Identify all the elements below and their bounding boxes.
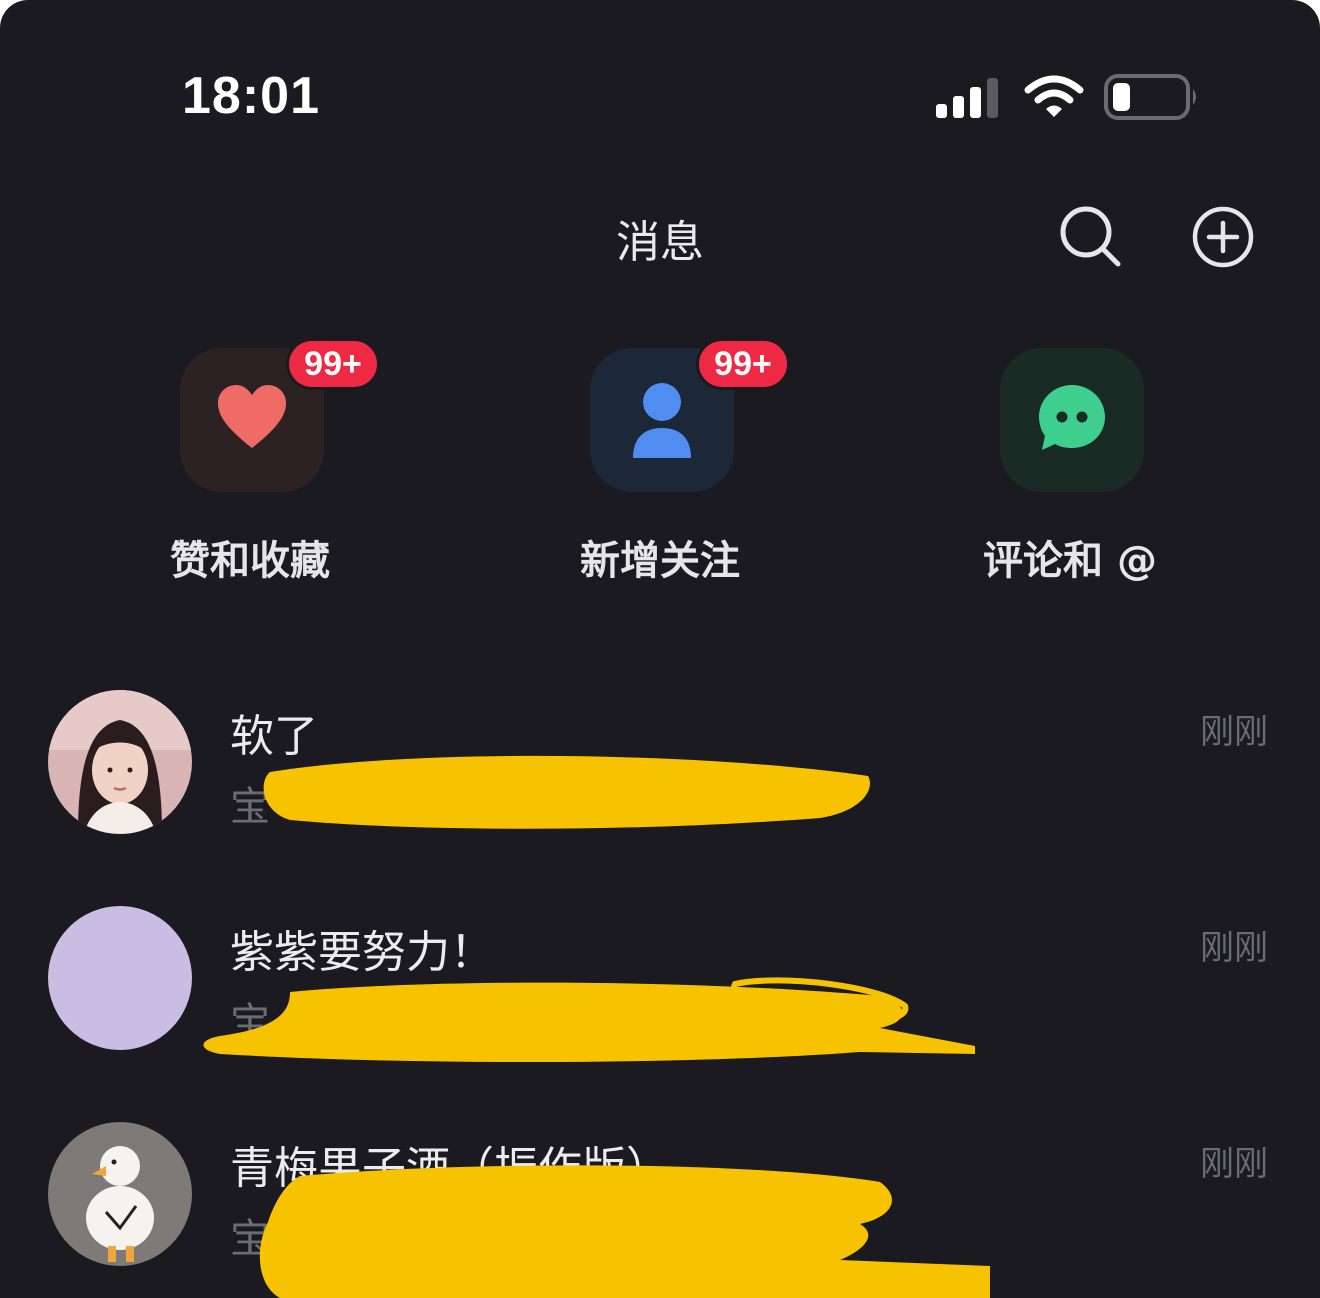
conversation-row[interactable]: 紫紫要努力！ 宝 刚刚 <box>0 906 1320 1086</box>
conversation-time: 刚刚 <box>1200 1144 1268 1184</box>
search-button[interactable] <box>1058 204 1124 270</box>
category-label-likes: 赞和收藏 <box>170 538 330 584</box>
conversation-name: 软了 <box>230 711 318 762</box>
followers-badge: 99+ <box>696 338 790 390</box>
conversation-row[interactable]: 青梅果子酒（振作版） 宝 刚刚 <box>0 1122 1320 1298</box>
cellular-signal-icon <box>936 78 998 118</box>
avatar <box>48 1122 192 1266</box>
conversation-preview: 宝 <box>230 784 270 830</box>
category-label-comments: 评论和 @ <box>983 538 1157 584</box>
search-icon <box>1060 206 1121 267</box>
category-label-followers: 新增关注 <box>580 538 740 584</box>
battery-icon <box>1104 74 1196 120</box>
avatar <box>48 690 192 834</box>
status-time: 18:01 <box>182 67 320 125</box>
messages-screen: 18:01 消息 99+ 赞和收藏 99+ 新增关注 评论和 @ 软了 宝 刚刚… <box>0 0 1320 1298</box>
conversation-preview: 宝 <box>230 1216 270 1262</box>
wifi-icon <box>1024 75 1084 117</box>
avatar <box>48 906 192 1050</box>
likes-badge: 99+ <box>286 338 380 390</box>
plus-circle-icon <box>1192 206 1254 268</box>
chat-bubble-icon <box>1039 385 1105 450</box>
conversation-name: 青梅果子酒（振作版） <box>230 1143 670 1194</box>
person-icon <box>633 383 691 458</box>
conversation-time: 刚刚 <box>1200 928 1268 968</box>
add-button[interactable] <box>1190 204 1256 270</box>
conversation-time: 刚刚 <box>1200 712 1268 752</box>
conversation-row[interactable]: 软了 宝 刚刚 <box>0 690 1320 870</box>
conversation-preview: 宝 <box>230 1000 270 1046</box>
heart-icon <box>218 385 286 448</box>
conversation-name: 紫紫要努力！ <box>230 927 494 978</box>
comments-tile <box>1000 348 1144 492</box>
redaction-overlay <box>203 755 990 1298</box>
